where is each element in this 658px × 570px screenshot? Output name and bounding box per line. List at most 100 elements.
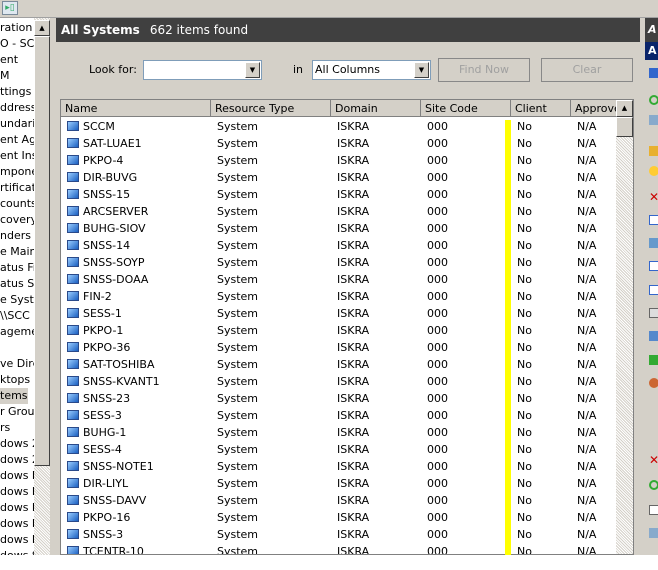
action-icon[interactable] xyxy=(649,378,658,388)
tree-item[interactable]: ttings xyxy=(0,84,31,100)
table-row[interactable]: SESS-1 System ISKRA 000 No N/A xyxy=(61,305,617,322)
tree-item[interactable]: covery xyxy=(0,212,37,228)
table-row[interactable]: SNSS-SOYP System ISKRA 000 No N/A xyxy=(61,254,617,271)
table-row[interactable]: SNSS-23 System ISKRA 000 No N/A xyxy=(61,390,617,407)
table-row[interactable]: BUHG-SIOV System ISKRA 000 No N/A xyxy=(61,220,617,237)
table-row[interactable]: SESS-4 System ISKRA 000 No N/A xyxy=(61,441,617,458)
scroll-thumb[interactable] xyxy=(34,36,50,466)
table-cell: No xyxy=(517,528,532,541)
action-icon[interactable] xyxy=(649,331,658,341)
table-row[interactable]: TCENTR-10 System ISKRA 000 No N/A xyxy=(61,543,617,555)
table-row[interactable]: SNSS-14 System ISKRA 000 No N/A xyxy=(61,237,617,254)
column-select[interactable]: All Columns ▼ xyxy=(312,60,431,80)
scroll-up-icon[interactable]: ▲ xyxy=(616,100,633,117)
actions-pane: A A ✕ ✕ xyxy=(640,18,658,555)
tree-item[interactable]: nders xyxy=(0,228,31,244)
table-row[interactable]: PKPO-36 System ISKRA 000 No N/A xyxy=(61,339,617,356)
computer-icon xyxy=(67,444,79,454)
tree-item[interactable]: M xyxy=(0,68,10,84)
computer-icon xyxy=(67,427,79,437)
chevron-down-icon[interactable]: ▼ xyxy=(245,62,260,78)
column-header[interactable]: Client xyxy=(511,100,571,117)
table-row[interactable]: SNSS-3 System ISKRA 000 No N/A xyxy=(61,526,617,543)
table-row[interactable]: ARCSERVER System ISKRA 000 No N/A xyxy=(61,203,617,220)
column-header[interactable]: Approve xyxy=(571,100,617,117)
table-cell: No xyxy=(517,392,532,405)
table-row[interactable]: SAT-LUAE1 System ISKRA 000 No N/A xyxy=(61,135,617,152)
table-cell: System xyxy=(217,460,259,473)
table-cell: SNSS-15 xyxy=(83,188,131,201)
action-icon[interactable] xyxy=(649,68,658,78)
table-row[interactable]: PKPO-1 System ISKRA 000 No N/A xyxy=(61,322,617,339)
show-hide-tree-icon[interactable]: ▸▯ xyxy=(2,1,18,15)
table-row[interactable]: PKPO-4 System ISKRA 000 No N/A xyxy=(61,152,617,169)
column-header[interactable]: Resource Type xyxy=(211,100,331,117)
tree-item[interactable]: rs xyxy=(0,420,10,436)
refresh-icon[interactable] xyxy=(649,480,658,490)
table-cell: SNSS-SOYP xyxy=(83,256,145,269)
scroll-thumb[interactable] xyxy=(616,117,633,137)
action-icon[interactable] xyxy=(649,505,658,515)
action-icon[interactable] xyxy=(649,238,658,248)
action-icon[interactable] xyxy=(649,261,658,271)
refresh-icon[interactable] xyxy=(649,95,658,105)
table-row[interactable]: SNSS-NOTE1 System ISKRA 000 No N/A xyxy=(61,458,617,475)
clear-button[interactable]: Clear xyxy=(541,58,633,82)
table-row[interactable]: DIR-BUVG System ISKRA 000 No N/A xyxy=(61,169,617,186)
table-cell: 000 xyxy=(427,239,448,252)
action-icon[interactable] xyxy=(649,355,658,365)
column-header[interactable]: Domain xyxy=(331,100,421,117)
table-row[interactable]: FIN-2 System ISKRA 000 No N/A xyxy=(61,288,617,305)
table-row[interactable]: SNSS-DAVV System ISKRA 000 No N/A xyxy=(61,492,617,509)
computer-icon xyxy=(67,478,79,488)
action-icon[interactable] xyxy=(649,115,658,125)
computer-icon xyxy=(67,410,79,420)
column-header[interactable]: Site Code xyxy=(421,100,511,117)
star-icon[interactable] xyxy=(649,166,658,176)
table-cell: System xyxy=(217,188,259,201)
actions-section[interactable]: A xyxy=(645,42,658,60)
table-row[interactable]: SESS-3 System ISKRA 000 No N/A xyxy=(61,407,617,424)
column-header[interactable]: Name xyxy=(61,100,211,117)
table-scrollbar[interactable]: ▲ xyxy=(616,100,633,554)
look-for-input[interactable]: ▼ xyxy=(143,60,262,80)
chevron-down-icon[interactable]: ▼ xyxy=(414,62,429,78)
table-cell: N/A xyxy=(577,120,597,133)
table-cell: No xyxy=(517,222,532,235)
action-icon[interactable] xyxy=(649,528,658,538)
action-icon[interactable] xyxy=(649,308,658,318)
computer-icon xyxy=(67,512,79,522)
table-cell: ISKRA xyxy=(337,426,370,439)
delete-icon[interactable]: ✕ xyxy=(649,454,658,466)
computer-icon xyxy=(67,121,79,131)
tree-item[interactable]: tems xyxy=(0,388,28,404)
table-cell: N/A xyxy=(577,341,597,354)
table-row[interactable]: DIR-LIYL System ISKRA 000 No N/A xyxy=(61,475,617,492)
scroll-up-icon[interactable]: ▲ xyxy=(34,20,50,36)
table-row[interactable]: SNSS-KVANT1 System ISKRA 000 No N/A xyxy=(61,373,617,390)
table-row[interactable]: PKPO-16 System ISKRA 000 No N/A xyxy=(61,509,617,526)
table-row[interactable]: SNSS-15 System ISKRA 000 No N/A xyxy=(61,186,617,203)
item-count: 662 items found xyxy=(149,23,249,37)
table-cell: N/A xyxy=(577,545,597,555)
in-label: in xyxy=(293,63,304,76)
table-cell: No xyxy=(517,477,532,490)
tree-item[interactable]: \\SCC xyxy=(0,308,30,324)
action-icon[interactable] xyxy=(649,215,658,225)
tree-item[interactable]: counts xyxy=(0,196,37,212)
tree-item[interactable]: ration xyxy=(0,20,32,36)
tree-item[interactable]: ent xyxy=(0,52,18,68)
table-row[interactable]: SNSS-DOAA System ISKRA 000 No N/A xyxy=(61,271,617,288)
table-row[interactable]: BUHG-1 System ISKRA 000 No N/A xyxy=(61,424,617,441)
find-now-button[interactable]: Find Now xyxy=(438,58,530,82)
tree-scrollbar[interactable]: ▲ xyxy=(34,18,50,555)
delete-icon[interactable]: ✕ xyxy=(649,191,658,203)
table-cell: SNSS-3 xyxy=(83,528,124,541)
table-row[interactable]: SCCM System ISKRA 000 No N/A xyxy=(61,118,617,135)
folder-icon[interactable] xyxy=(649,146,658,156)
table-cell: N/A xyxy=(577,443,597,456)
action-icon[interactable] xyxy=(649,285,658,295)
table-cell: 000 xyxy=(427,358,448,371)
table-cell: SNSS-14 xyxy=(83,239,131,252)
table-row[interactable]: SAT-TOSHIBA System ISKRA 000 No N/A xyxy=(61,356,617,373)
